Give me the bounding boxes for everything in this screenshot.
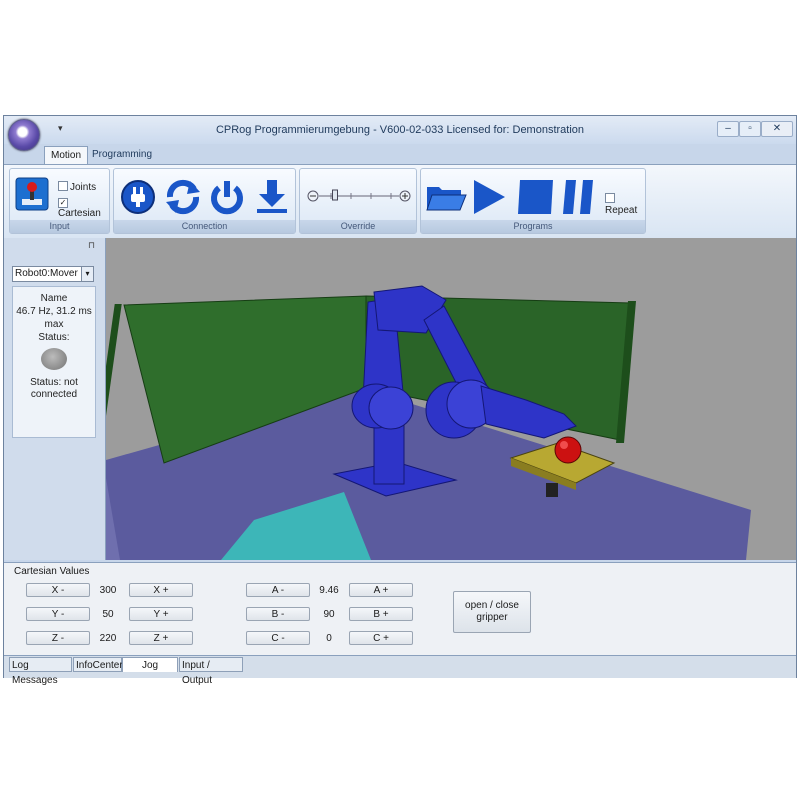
application-menu-button[interactable]: [8, 119, 40, 151]
joints-checkbox-box[interactable]: [58, 181, 68, 191]
joystick-icon[interactable]: [15, 177, 49, 211]
robot-info-box: Name 46.7 Hz, 31.2 ms max Status: Status…: [12, 286, 96, 438]
play-icon[interactable]: [471, 178, 507, 216]
quick-access-dropdown-icon[interactable]: ▾: [58, 123, 63, 134]
refresh-icon[interactable]: [164, 178, 202, 216]
robot-scene: [106, 285, 751, 560]
z-plus-button[interactable]: Z +: [129, 631, 193, 645]
c-plus-button[interactable]: C +: [349, 631, 413, 645]
ribbon: Joints ✓Cartesian Input Connection Overr…: [4, 164, 796, 239]
repeat-checkbox[interactable]: Repeat: [605, 193, 645, 216]
x-plus-button[interactable]: X +: [129, 583, 193, 597]
connection-group-label: Connection: [114, 220, 295, 233]
gripper-label-line1: open / close: [465, 600, 519, 611]
left-post: [106, 304, 122, 464]
a-plus-button[interactable]: A +: [349, 583, 413, 597]
chevron-down-icon[interactable]: ▾: [81, 267, 93, 281]
tab-input-output[interactable]: Input / Output: [179, 657, 243, 686]
title-bar: CPRog Programmierumgebung - V600-02-033 …: [4, 116, 796, 144]
b-plus-button[interactable]: B +: [349, 607, 413, 621]
robot-column: [373, 423, 405, 485]
repeat-label: Repeat: [605, 205, 638, 216]
status-label: Status:: [38, 332, 70, 343]
cycle-rate-suffix: max: [44, 319, 64, 330]
open-folder-icon[interactable]: [425, 179, 467, 215]
jog-panel: Cartesian Values X - 300 X + Y - 50 Y + …: [4, 562, 796, 656]
y-value: 50: [102, 609, 114, 620]
tab-motion[interactable]: Motion: [44, 146, 89, 165]
z-value: 220: [99, 633, 117, 644]
status-text-line1: Status: not: [30, 377, 78, 388]
input-group-label: Input: [10, 220, 109, 233]
cartesian-checkbox-box[interactable]: ✓: [58, 198, 68, 208]
c-minus-button[interactable]: C -: [246, 631, 310, 645]
maximize-button[interactable]: ▫: [739, 121, 761, 137]
tab-infocenter[interactable]: InfoCenter: [73, 657, 123, 672]
b-value: 90: [323, 609, 335, 620]
a-minus-button[interactable]: A -: [246, 583, 310, 597]
override-slider[interactable]: [306, 187, 412, 205]
plug-connect-icon[interactable]: [120, 179, 156, 215]
y-plus-button[interactable]: Y +: [129, 607, 193, 621]
status-text-line2: connected: [30, 389, 78, 400]
tab-jog[interactable]: Jog: [122, 657, 178, 672]
connection-group: Connection: [113, 168, 296, 234]
gripper-label-line2: gripper: [476, 612, 508, 623]
robot-select-value: Robot0:Mover: [15, 268, 78, 279]
robot-select[interactable]: Robot0:Mover ▾: [12, 266, 94, 282]
red-ball: [554, 436, 582, 464]
joints-label: Joints: [70, 182, 97, 193]
stop-icon[interactable]: [517, 178, 555, 216]
3d-viewport[interactable]: [106, 238, 796, 560]
main-window: CPRog Programmierumgebung - V600-02-033 …: [3, 115, 797, 686]
window-title: CPRog Programmierumgebung - V600-02-033 …: [215, 124, 585, 136]
power-icon[interactable]: [208, 178, 246, 216]
bottom-tab-bar: Log Messages InfoCenter Jog Input / Outp…: [4, 655, 796, 686]
z-minus-button[interactable]: Z -: [26, 631, 90, 645]
cartesian-label: Cartesian: [58, 208, 101, 219]
close-button[interactable]: ✕: [761, 121, 793, 137]
y-minus-button[interactable]: Y -: [26, 607, 90, 621]
cartesian-checkbox[interactable]: ✓Cartesian: [58, 196, 109, 219]
robot-side-panel: ⊓ Robot0:Mover ▾ Name 46.7 Hz, 31.2 ms m…: [4, 238, 106, 560]
joints-checkbox[interactable]: Joints: [58, 181, 96, 193]
pause-icon[interactable]: [561, 178, 599, 216]
x-value: 300: [99, 585, 117, 596]
status-indicator-icon: [41, 348, 67, 370]
cycle-rate: 46.7 Hz, 31.2 ms: [16, 306, 92, 317]
programs-group: Repeat Programs: [420, 168, 646, 234]
name-label: Name: [40, 293, 68, 304]
repeat-checkbox-box[interactable]: [605, 193, 615, 203]
download-icon[interactable]: [254, 178, 290, 216]
tab-programming[interactable]: Programming: [86, 146, 158, 164]
gripper-toggle-button[interactable]: open / close gripper: [453, 591, 531, 633]
c-value: 0: [326, 633, 332, 644]
a-value: 9.46: [319, 585, 339, 596]
minimize-button[interactable]: ‒: [717, 121, 739, 137]
programs-group-label: Programs: [421, 220, 645, 233]
tab-log-messages[interactable]: Log Messages: [9, 657, 72, 686]
b-minus-button[interactable]: B -: [246, 607, 310, 621]
pin-icon[interactable]: ⊓: [88, 240, 95, 251]
override-group: Override: [299, 168, 417, 234]
input-group: Joints ✓Cartesian Input: [9, 168, 110, 234]
cartesian-values-label: Cartesian Values: [14, 566, 90, 577]
override-group-label: Override: [300, 220, 416, 233]
x-minus-button[interactable]: X -: [26, 583, 90, 597]
